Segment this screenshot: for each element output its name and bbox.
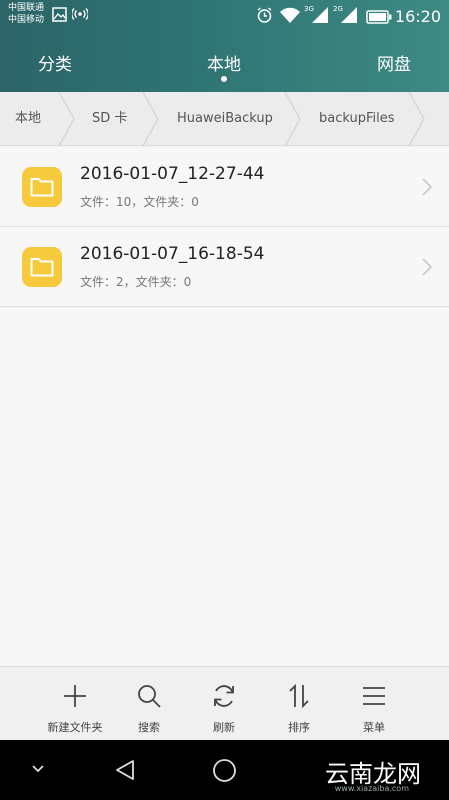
system-navigation-bar: 云南龙网 www.xiazaiba.com bbox=[0, 740, 449, 800]
tab-categories[interactable]: 分类 bbox=[38, 50, 72, 75]
carrier-1: 中国联通 bbox=[8, 3, 45, 13]
breadcrumb: 本地 SD 卡 HuaweiBackup backupFiles bbox=[0, 92, 449, 146]
new-folder-label: 新建文件夹 bbox=[47, 721, 103, 734]
app-header: 中国联通 中国移动 3G 2G 16:20 分类 本地 网盘 bbox=[0, 0, 449, 92]
image-icon bbox=[52, 7, 67, 26]
menu-icon bbox=[363, 687, 385, 705]
signal-icon: 2G bbox=[333, 4, 359, 28]
sort-label: 排序 bbox=[288, 721, 310, 734]
sort-icon bbox=[289, 683, 309, 709]
search-button[interactable]: 搜索 bbox=[114, 667, 184, 741]
refresh-button[interactable]: 刷新 bbox=[189, 667, 259, 741]
bottom-toolbar: 新建文件夹 搜索 刷新 排序 菜单 bbox=[0, 666, 449, 740]
carrier-labels: 中国联通 中国移动 bbox=[8, 2, 44, 26]
chevron-right-icon bbox=[422, 258, 433, 276]
search-icon bbox=[138, 685, 161, 708]
breadcrumb-item-huaweibackup[interactable]: HuaweiBackup bbox=[177, 92, 273, 146]
menu-label: 菜单 bbox=[363, 721, 385, 734]
signal-icon: 3G bbox=[304, 4, 330, 28]
menu-button[interactable]: 菜单 bbox=[339, 667, 409, 741]
folder-meta: 文件：10，文件夹：0 bbox=[80, 195, 199, 209]
hotspot-icon bbox=[71, 7, 89, 26]
folder-icon bbox=[22, 167, 62, 207]
chevron-right-icon bbox=[142, 92, 159, 146]
chevron-right-icon bbox=[408, 92, 425, 146]
home-icon[interactable] bbox=[212, 758, 237, 783]
empty-content-area bbox=[0, 308, 449, 666]
sort-button[interactable]: 排序 bbox=[264, 667, 334, 741]
file-list: 2016-01-07_12-27-44 文件：10，文件夹：0 2016-01-… bbox=[0, 147, 449, 307]
folder-icon bbox=[22, 247, 62, 287]
back-icon[interactable] bbox=[113, 758, 137, 782]
breadcrumb-item-sd-card[interactable]: SD 卡 bbox=[92, 92, 127, 146]
folder-meta: 文件：2，文件夹：0 bbox=[80, 275, 192, 289]
tab-local[interactable]: 本地 bbox=[207, 50, 241, 75]
status-bar: 中国联通 中国移动 3G 2G 16:20 bbox=[0, 0, 449, 34]
list-item[interactable]: 2016-01-07_16-18-54 文件：2，文件夹：0 bbox=[0, 227, 449, 307]
chevron-right-icon bbox=[58, 92, 75, 146]
alarm-icon bbox=[256, 7, 273, 28]
plus-icon bbox=[64, 685, 86, 707]
network-1-label: 3G bbox=[304, 5, 314, 13]
folder-name: 2016-01-07_16-18-54 bbox=[80, 244, 265, 264]
watermark-url: www.xiazaiba.com bbox=[334, 784, 409, 793]
battery-icon bbox=[366, 9, 392, 28]
breadcrumb-item-local[interactable]: 本地 bbox=[15, 92, 41, 146]
new-folder-button[interactable]: 新建文件夹 bbox=[40, 667, 110, 741]
collapse-icon[interactable] bbox=[30, 762, 46, 776]
wifi-icon bbox=[279, 7, 301, 28]
refresh-label: 刷新 bbox=[213, 721, 235, 734]
network-2-label: 2G bbox=[333, 5, 343, 13]
folder-name: 2016-01-07_12-27-44 bbox=[80, 164, 265, 184]
active-tab-indicator bbox=[221, 76, 227, 82]
refresh-icon bbox=[214, 685, 234, 707]
clock: 16:20 bbox=[394, 7, 441, 26]
tab-bar: 分类 本地 网盘 bbox=[0, 34, 449, 92]
chevron-right-icon bbox=[422, 178, 433, 196]
list-item[interactable]: 2016-01-07_12-27-44 文件：10，文件夹：0 bbox=[0, 147, 449, 227]
carrier-2: 中国移动 bbox=[8, 15, 45, 25]
search-label: 搜索 bbox=[138, 721, 160, 734]
tab-cloud[interactable]: 网盘 bbox=[377, 50, 411, 75]
chevron-right-icon bbox=[284, 92, 301, 146]
breadcrumb-item-backupfiles[interactable]: backupFiles bbox=[319, 92, 395, 146]
